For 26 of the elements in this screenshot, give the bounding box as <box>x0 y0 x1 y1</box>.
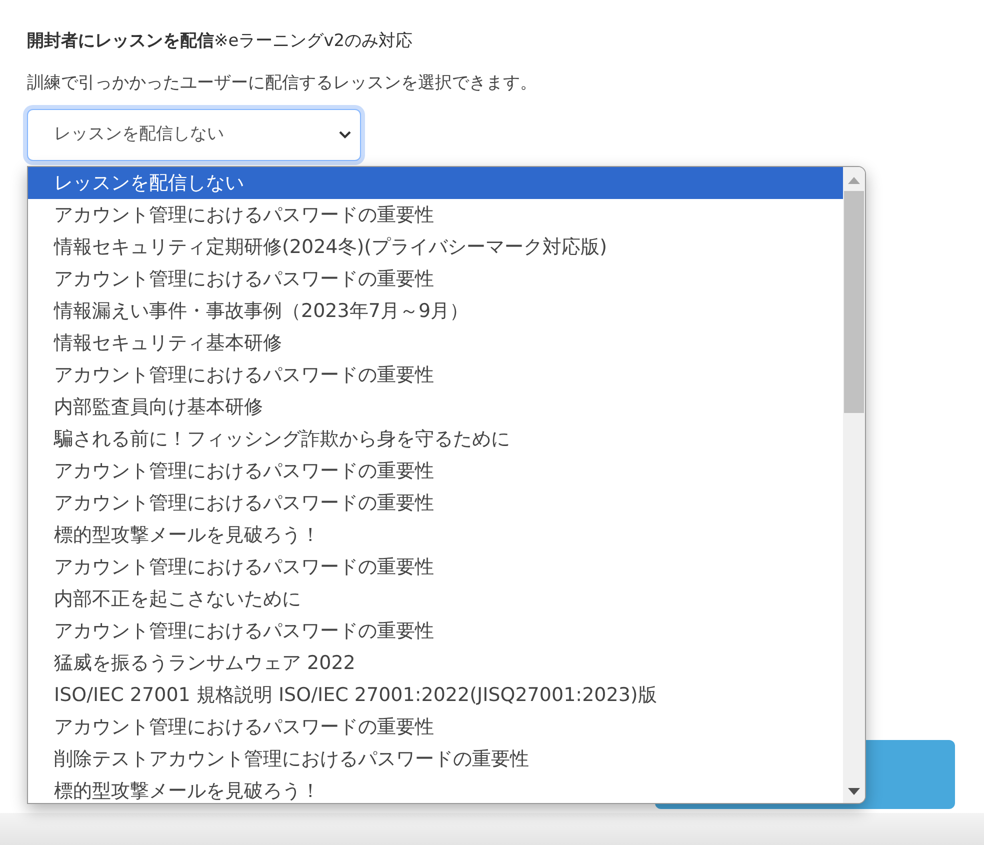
dropdown-option[interactable]: 情報セキュリティ基本研修 <box>28 327 843 359</box>
dropdown-option[interactable]: アカウント管理におけるパスワードの重要性 <box>28 551 843 583</box>
dropdown-option[interactable]: 削除テストアカウント管理におけるパスワードの重要性 <box>28 743 843 775</box>
dropdown-option[interactable]: アカウント管理におけるパスワードの重要性 <box>28 199 843 231</box>
dropdown-option[interactable]: 騙される前に！フィッシング詐欺から身を守るために <box>28 423 843 455</box>
dropdown-option[interactable]: 標的型攻撃メールを見破ろう！ <box>28 775 843 803</box>
dropdown-option[interactable]: 内部不正を起こさないために <box>28 583 843 615</box>
scroll-up-icon[interactable] <box>848 177 860 184</box>
dropdown-option[interactable]: 内部監査員向け基本研修 <box>28 391 843 423</box>
dropdown-option[interactable]: アカウント管理におけるパスワードの重要性 <box>28 263 843 295</box>
section-heading: 開封者にレッスンを配信※eラーニングv2のみ対応 <box>27 30 414 53</box>
chevron-icon <box>338 130 352 140</box>
dropdown-option[interactable]: アカウント管理におけるパスワードの重要性 <box>28 455 843 487</box>
scroll-down-icon[interactable] <box>848 788 860 795</box>
scrollbar-thumb[interactable] <box>844 191 864 413</box>
dropdown-option[interactable]: 猛威を振るうランサムウェア 2022 <box>28 647 843 679</box>
dropdown-option[interactable]: 標的型攻撃メールを見破ろう！ <box>28 519 843 551</box>
dropdown-option[interactable]: ISO/IEC 27001 規格説明 ISO/IEC 27001:2022(JISQ27001:2023)版 <box>28 679 843 711</box>
dropdown-option[interactable]: アカウント管理におけるパスワードの重要性 <box>28 487 843 519</box>
dropdown-option[interactable]: 情報セキュリティ定期研修(2024冬)(プライバシーマーク対応版) <box>28 231 843 263</box>
dropdown-option[interactable]: アカウント管理におけるパスワードの重要性 <box>28 711 843 743</box>
description: 訓練で引っかかったユーザーに配信するレッスンを選択できます。 <box>27 72 538 95</box>
dropdown-option[interactable]: アカウント管理におけるパスワードの重要性 <box>28 615 843 647</box>
dropdown-option[interactable]: レッスンを配信しない <box>28 167 843 199</box>
dropdown-option[interactable]: アカウント管理におけるパスワードの重要性 <box>28 359 843 391</box>
dropdown-option[interactable]: 情報漏えい事件・事故事例（2023年7月～9月） <box>28 295 843 327</box>
